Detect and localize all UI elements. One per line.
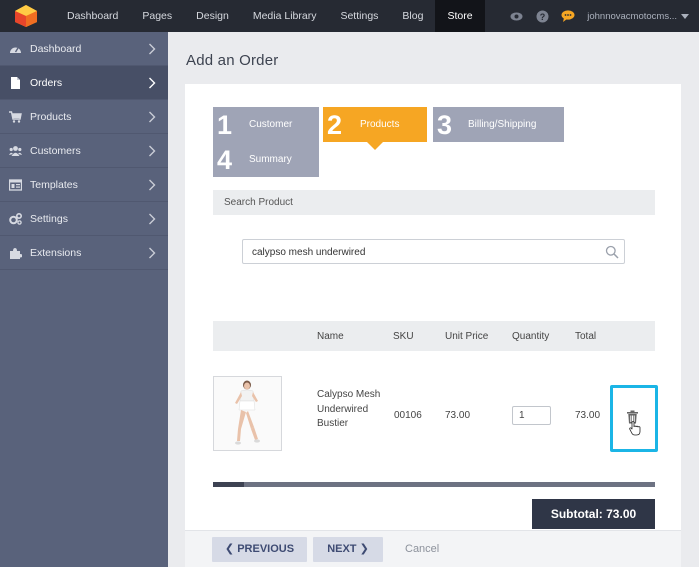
chevron-right-icon bbox=[149, 179, 156, 191]
chevron-right-icon bbox=[149, 145, 156, 157]
product-total: 73.00 bbox=[575, 410, 601, 421]
sidebar-item-label: Products bbox=[30, 110, 72, 123]
puzzle-icon bbox=[10, 248, 22, 259]
previous-button[interactable]: ❮ PREVIOUS bbox=[212, 537, 307, 562]
column-header-name: Name bbox=[317, 331, 344, 342]
product-sku: 00106 bbox=[394, 410, 422, 421]
chevron-right-icon bbox=[149, 77, 156, 89]
step-billing-shipping[interactable]: 3 Billing/Shipping bbox=[433, 107, 564, 142]
step-label: Summary bbox=[249, 154, 292, 165]
page-title: Add an Order bbox=[186, 52, 279, 69]
user-menu-caret-icon[interactable] bbox=[681, 13, 689, 19]
sidebar-item-label: Customers bbox=[30, 144, 81, 157]
step-number: 4 bbox=[217, 145, 233, 175]
sidebar-item-label: Settings bbox=[30, 212, 68, 225]
top-right-tools: ? johnnovacmotocms... bbox=[509, 0, 699, 32]
table-horizontal-scrollbar[interactable] bbox=[213, 482, 655, 487]
subtotal-badge: Subtotal: 73.00 bbox=[532, 499, 655, 529]
topnav-settings[interactable]: Settings bbox=[328, 0, 390, 32]
chat-icon[interactable] bbox=[561, 9, 575, 23]
step-customer[interactable]: 1 Customer bbox=[213, 107, 319, 142]
next-button-label: NEXT bbox=[327, 543, 357, 555]
product-search-box[interactable] bbox=[242, 239, 625, 264]
quantity-input[interactable]: 1 bbox=[512, 406, 551, 425]
product-name[interactable]: Calypso Mesh Underwired Bustier bbox=[317, 388, 387, 432]
column-header-sku: SKU bbox=[393, 331, 414, 342]
remove-product-button[interactable] bbox=[610, 385, 658, 452]
search-section-label: Search Product bbox=[224, 197, 293, 208]
active-step-pointer bbox=[367, 142, 383, 150]
sidebar-item-products[interactable]: Products bbox=[0, 100, 168, 134]
cancel-button[interactable]: Cancel bbox=[405, 543, 439, 555]
cart-icon bbox=[9, 111, 22, 123]
chevron-left-icon: ❮ bbox=[224, 543, 235, 555]
help-icon[interactable]: ? bbox=[535, 9, 549, 23]
step-label: Billing/Shipping bbox=[468, 119, 537, 130]
chevron-right-icon bbox=[149, 213, 156, 225]
sidebar-item-dashboard[interactable]: Dashboard bbox=[0, 32, 168, 66]
products-table-header: Name SKU Unit Price Quantity Total bbox=[213, 321, 655, 351]
chevron-right-icon: ❯ bbox=[359, 543, 369, 555]
sidebar-item-extensions[interactable]: Extensions bbox=[0, 236, 168, 270]
sidebar-item-orders[interactable]: Orders bbox=[0, 66, 168, 100]
step-summary[interactable]: 4 Summary bbox=[213, 142, 319, 177]
step-label: Customer bbox=[249, 119, 293, 130]
scrollbar-thumb[interactable] bbox=[213, 482, 244, 487]
users-icon bbox=[9, 146, 22, 156]
sidebar-item-label: Templates bbox=[30, 178, 78, 191]
product-search-input[interactable] bbox=[252, 245, 592, 259]
user-menu-name[interactable]: johnnovacmotocms... bbox=[587, 11, 677, 22]
product-photo-illustration bbox=[214, 377, 281, 450]
top-navigation: Dashboard Pages Design Media Library Set… bbox=[55, 0, 485, 32]
chevron-right-icon bbox=[149, 247, 156, 259]
chevron-right-icon bbox=[149, 111, 156, 123]
sidebar: Dashboard Orders Products Customers Temp… bbox=[0, 32, 168, 567]
sidebar-item-settings[interactable]: Settings bbox=[0, 202, 168, 236]
templates-icon bbox=[9, 179, 22, 191]
topnav-blog[interactable]: Blog bbox=[390, 0, 435, 32]
topnav-store[interactable]: Store bbox=[435, 0, 485, 32]
hand-cursor-icon bbox=[629, 421, 641, 436]
sidebar-item-label: Extensions bbox=[30, 246, 82, 259]
column-header-unit-price: Unit Price bbox=[445, 331, 489, 342]
top-bar: Dashboard Pages Design Media Library Set… bbox=[0, 0, 699, 32]
app-logo[interactable] bbox=[13, 4, 39, 28]
search-icon[interactable] bbox=[605, 245, 619, 259]
next-button[interactable]: NEXT ❯ bbox=[313, 537, 383, 562]
chevron-right-icon bbox=[149, 43, 156, 55]
column-header-quantity: Quantity bbox=[512, 331, 550, 342]
product-unit-price: 73.00 bbox=[445, 410, 471, 421]
topnav-dashboard[interactable]: Dashboard bbox=[55, 0, 130, 32]
topnav-pages[interactable]: Pages bbox=[130, 0, 184, 32]
product-thumbnail[interactable] bbox=[213, 376, 282, 451]
dashboard-icon bbox=[10, 47, 21, 53]
topnav-media-library[interactable]: Media Library bbox=[241, 0, 329, 32]
previous-button-label: PREVIOUS bbox=[237, 543, 295, 555]
step-products[interactable]: 2 Products bbox=[323, 107, 427, 150]
gears-icon bbox=[9, 213, 22, 225]
step-number: 3 bbox=[437, 110, 453, 140]
orders-icon bbox=[11, 77, 20, 89]
sidebar-item-label: Dashboard bbox=[30, 42, 82, 55]
sidebar-item-label: Orders bbox=[30, 76, 63, 89]
step-number: 1 bbox=[217, 110, 233, 140]
eye-icon[interactable] bbox=[509, 9, 523, 23]
sidebar-item-templates[interactable]: Templates bbox=[0, 168, 168, 202]
column-header-total: Total bbox=[575, 331, 597, 342]
sidebar-item-customers[interactable]: Customers bbox=[0, 134, 168, 168]
search-section-header: Search Product bbox=[213, 190, 655, 215]
step-label: Products bbox=[360, 119, 400, 130]
topnav-design[interactable]: Design bbox=[184, 0, 241, 32]
step-number: 2 bbox=[327, 110, 343, 140]
svg-text:?: ? bbox=[539, 11, 545, 21]
